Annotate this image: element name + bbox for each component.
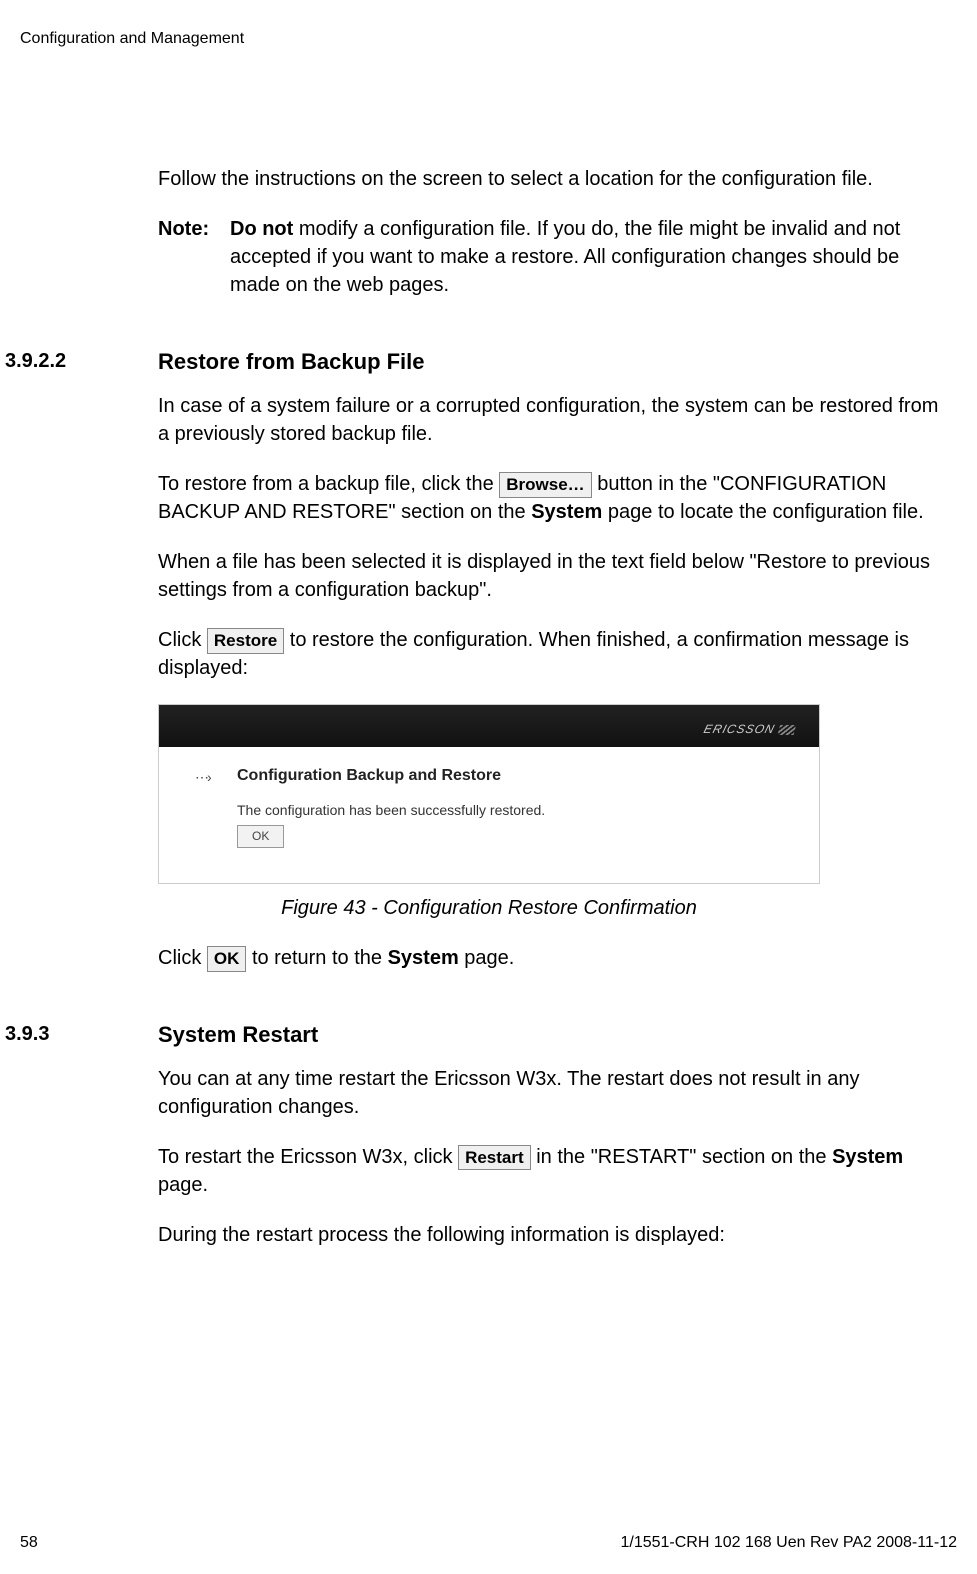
paragraph: Click Restore to restore the configurati… bbox=[158, 626, 949, 682]
text: to return to the bbox=[246, 947, 387, 969]
restart-button-ref: Restart bbox=[458, 1145, 531, 1171]
text: in the "RESTART" section on the bbox=[531, 1146, 832, 1168]
main-content: Follow the instructions on the screen to… bbox=[158, 165, 949, 1271]
embedded-screenshot: ERICSSON ⋯› Configuration Backup and Res… bbox=[158, 704, 820, 884]
text: Click bbox=[158, 947, 207, 969]
note-label: Note: bbox=[158, 215, 230, 299]
paragraph: Click OK to return to the System page. bbox=[158, 944, 949, 972]
note-block: Note: Do not modify a configuration file… bbox=[158, 215, 949, 299]
note-rest: modify a configuration file. If you do, … bbox=[230, 218, 900, 296]
text: To restart the Ericsson W3x, click bbox=[158, 1146, 458, 1168]
ericsson-logo: ERICSSON bbox=[702, 721, 797, 738]
section-heading-row: 3.9.2.2 Restore from Backup File bbox=[158, 347, 949, 378]
paragraph: In case of a system failure or a corrupt… bbox=[158, 392, 949, 448]
screenshot-title: Configuration Backup and Restore bbox=[237, 765, 501, 787]
browse-button-ref: Browse… bbox=[499, 472, 591, 498]
paragraph: Follow the instructions on the screen to… bbox=[158, 165, 949, 193]
paragraph: You can at any time restart the Ericsson… bbox=[158, 1065, 949, 1121]
paragraph: When a file has been selected it is disp… bbox=[158, 548, 949, 604]
breadcrumb-arrow-icon: ⋯› bbox=[195, 768, 210, 788]
restore-button-ref: Restore bbox=[207, 628, 284, 654]
section-number: 3.9.2.2 bbox=[0, 347, 140, 375]
system-word: System bbox=[388, 947, 459, 969]
system-word: System bbox=[531, 501, 602, 523]
ok-button-ref: OK bbox=[207, 946, 247, 972]
document-id: 1/1551-CRH 102 168 Uen Rev PA2 2008-11-1… bbox=[620, 1532, 957, 1554]
paragraph: To restore from a backup file, click the… bbox=[158, 470, 949, 526]
section-title: Restore from Backup File bbox=[158, 347, 425, 378]
page-footer: 58 1/1551-CRH 102 168 Uen Rev PA2 2008-1… bbox=[20, 1532, 957, 1554]
text: page to locate the configuration file. bbox=[602, 501, 923, 523]
page-number: 58 bbox=[20, 1532, 38, 1554]
text: page. bbox=[459, 947, 515, 969]
system-word: System bbox=[832, 1146, 903, 1168]
screenshot-topbar: ERICSSON bbox=[159, 705, 819, 747]
note-bold-word: Do not bbox=[230, 218, 293, 240]
figure-caption: Figure 43 - Configuration Restore Confir… bbox=[158, 894, 820, 922]
paragraph: During the restart process the following… bbox=[158, 1221, 949, 1249]
note-body: Do not modify a configuration file. If y… bbox=[230, 215, 949, 299]
text: To restore from a backup file, click the bbox=[158, 473, 499, 495]
section-number: 3.9.3 bbox=[0, 1020, 140, 1048]
text: Click bbox=[158, 629, 207, 651]
text: page. bbox=[158, 1174, 208, 1196]
screenshot-message: The configuration has been successfully … bbox=[237, 801, 545, 821]
running-header: Configuration and Management bbox=[20, 28, 244, 50]
paragraph: To restart the Ericsson W3x, click Resta… bbox=[158, 1143, 949, 1199]
screenshot-ok-button: OK bbox=[237, 825, 284, 848]
section-heading-row: 3.9.3 System Restart bbox=[158, 1020, 949, 1051]
section-title: System Restart bbox=[158, 1020, 318, 1051]
